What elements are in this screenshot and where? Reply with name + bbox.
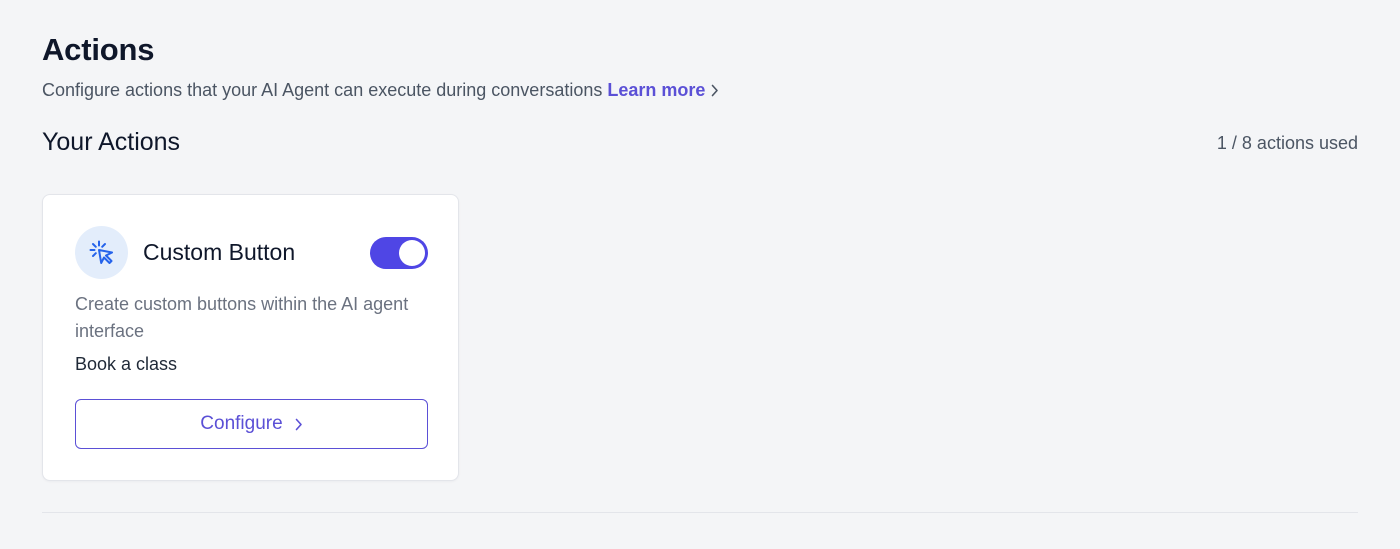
action-card-custom-button: Custom Button Create custom buttons with… xyxy=(42,194,459,481)
subtitle-text: Configure actions that your AI Agent can… xyxy=(42,80,603,100)
page-title: Actions xyxy=(42,32,155,67)
actions-page: Actions Configure actions that your AI A… xyxy=(0,0,1400,549)
action-title: Custom Button xyxy=(143,239,296,265)
toggle-knob xyxy=(399,240,425,266)
section-title: Your Actions xyxy=(42,128,181,156)
action-description: Create custom buttons within the AI agen… xyxy=(75,294,409,341)
learn-more-link[interactable]: Learn more xyxy=(607,80,719,101)
action-enabled-toggle[interactable] xyxy=(370,237,428,269)
learn-more-label: Learn more xyxy=(607,80,706,100)
chevron-right-icon xyxy=(712,84,719,97)
action-value: Book a class xyxy=(75,354,178,374)
configure-label: Configure xyxy=(200,413,283,434)
action-icon-badge xyxy=(75,226,128,279)
page-subtitle: Configure actions that your AI Agent can… xyxy=(42,80,719,101)
chevron-right-icon xyxy=(295,418,302,430)
actions-usage-count: 1 / 8 actions used xyxy=(1216,133,1358,153)
cursor-click-icon xyxy=(89,240,113,264)
section-divider xyxy=(42,512,1358,513)
configure-button[interactable]: Configure xyxy=(75,399,428,449)
